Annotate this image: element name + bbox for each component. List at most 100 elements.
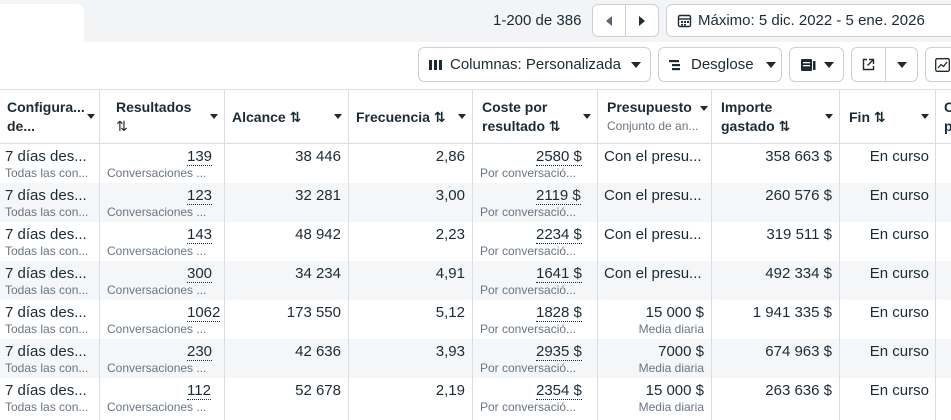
- cost-subtext: Por conversació...: [480, 322, 577, 336]
- cell-budget: Con el presu...: [598, 183, 711, 222]
- results-value[interactable]: 123: [187, 187, 213, 205]
- frequency-value: 2,86: [435, 148, 465, 165]
- column-header-amount-spent[interactable]: Importe gastado ⇅: [712, 90, 840, 145]
- cell-budget: 15 000 $ Media diaria: [598, 300, 711, 339]
- export-button[interactable]: [852, 48, 886, 81]
- cell-budget: Con el presu...: [598, 261, 711, 300]
- reach-value: 52 678: [295, 382, 341, 399]
- cell-frequency: 2,19: [349, 378, 472, 417]
- table-row[interactable]: 7 días des... Todas las con... 1062 Convers…: [0, 300, 951, 339]
- results-subtext: Conversaciones ...: [107, 283, 207, 297]
- column-header-results[interactable]: Resultados ⇅: [100, 90, 225, 145]
- cell-frequency: 4,91: [349, 261, 472, 300]
- config-subtext: Todas las con...: [5, 361, 89, 375]
- chevron-down-icon: [921, 114, 929, 119]
- spent-value: 492 334 $: [765, 265, 832, 282]
- charts-button[interactable]: [925, 47, 951, 82]
- breakdown-button[interactable]: Desglose: [658, 47, 782, 82]
- reports-icon: [801, 58, 816, 71]
- breakdown-icon: [669, 59, 680, 70]
- export-dropdown-button[interactable]: [886, 61, 917, 68]
- chevron-down-icon: [700, 106, 708, 111]
- chevron-down-icon: [896, 61, 907, 68]
- cell-cost: 2580 $ Por conversació...: [473, 144, 597, 183]
- column-header-label: Configura...: [7, 99, 85, 115]
- cell-amount-spent: 674 963 $: [712, 339, 839, 378]
- cell-config: 7 días des... Todas las con...: [0, 300, 99, 339]
- column-header-reach[interactable]: Alcance ⇅: [225, 90, 349, 145]
- budget-value: Con el presu...: [604, 148, 702, 165]
- cost-value[interactable]: 2234 $: [536, 226, 582, 244]
- spent-value: 358 663 $: [765, 148, 832, 165]
- date-range-label: Máximo: 5 dic. 2022 - 5 ene. 2026: [698, 12, 925, 29]
- columns-button[interactable]: Columnas: Personalizada: [418, 47, 651, 82]
- frequency-value: 2,23: [435, 226, 465, 243]
- cell-cost: 1828 $ Por conversació...: [473, 300, 597, 339]
- column-divider: [99, 89, 100, 420]
- date-range-button[interactable]: Máximo: 5 dic. 2022 - 5 ene. 2026: [666, 4, 951, 37]
- cell-config: 7 días des... Todas las con...: [0, 183, 99, 222]
- spent-value: 263 636 $: [765, 382, 832, 399]
- results-subtext: Conversaciones ...: [107, 400, 207, 414]
- results-value[interactable]: 143: [187, 226, 213, 244]
- column-header-label: Fin ⇅: [849, 109, 886, 125]
- chevron-down-icon: [825, 114, 833, 119]
- cost-value[interactable]: 2354 $: [536, 382, 582, 400]
- frequency-value: 5,12: [435, 304, 465, 321]
- columns-icon: [429, 59, 442, 70]
- column-header-cost-per-result[interactable]: Coste por resultado ⇅: [473, 90, 598, 145]
- cost-subtext: Por conversació...: [480, 361, 577, 375]
- cost-value[interactable]: 2935 $: [536, 343, 582, 361]
- chevron-down-icon: [583, 114, 591, 119]
- cell-cost: 2935 $ Por conversació...: [473, 339, 597, 378]
- column-header-config[interactable]: Configura... de...: [0, 90, 100, 145]
- config-subtext: Todas las con...: [5, 283, 89, 297]
- end-value: En curso: [869, 304, 929, 321]
- results-value[interactable]: 1062: [187, 304, 221, 322]
- cost-value[interactable]: 2580 $: [536, 148, 582, 166]
- table-row[interactable]: 7 días des... Todas las con... 230 Conversa…: [0, 339, 951, 378]
- cost-value[interactable]: 1641 $: [536, 265, 582, 283]
- table-row[interactable]: 7 días des... Todas las con... 139 Conversa…: [0, 144, 951, 183]
- reach-value: 34 234: [295, 265, 341, 282]
- column-header-label: Alcance ⇅: [232, 109, 302, 125]
- chart-icon: [935, 57, 950, 72]
- cell-config: 7 días des... Todas las con...: [0, 261, 99, 300]
- reports-button[interactable]: [789, 47, 844, 82]
- cell-amount-spent: 263 636 $: [712, 378, 839, 417]
- cost-subtext: Por conversació...: [480, 166, 577, 180]
- cell-reach: 34 234: [225, 261, 348, 300]
- spent-value: 319 511 $: [766, 226, 832, 243]
- next-page-button[interactable]: [625, 5, 658, 36]
- results-value[interactable]: 139: [187, 148, 213, 166]
- frequency-value: 3,93: [435, 343, 465, 360]
- results-value[interactable]: 112: [187, 382, 211, 400]
- table-row[interactable]: 7 días des... Todas las con... 123 Conversa…: [0, 183, 951, 222]
- table-row[interactable]: 7 días des... Todas las con... 112 Conversa…: [0, 378, 951, 417]
- results-subtext: Conversaciones ...: [107, 205, 207, 219]
- columns-label: Columnas: Personalizada: [450, 56, 621, 73]
- prev-page-button[interactable]: [593, 5, 625, 36]
- config-subtext: Todas las con...: [5, 400, 89, 414]
- cost-value[interactable]: 2119 $: [536, 187, 581, 205]
- table-row[interactable]: 7 días des... Todas las con... 300 Conversa…: [0, 261, 951, 300]
- cell-end: En curso: [840, 222, 935, 261]
- reach-value: 32 281: [295, 187, 341, 204]
- column-header-label: Coste por: [482, 99, 548, 115]
- column-header-budget[interactable]: Presupuesto Conjunto de an...: [598, 90, 712, 145]
- cell-config: 7 días des... Todas las con...: [0, 339, 99, 378]
- budget-subtext: Media diaria: [638, 400, 704, 414]
- column-header-frequency[interactable]: Frecuencia ⇅: [349, 90, 473, 145]
- results-value[interactable]: 300: [187, 265, 213, 283]
- cell-reach: 32 281: [225, 183, 348, 222]
- column-header-next[interactable]: C p: [936, 90, 951, 145]
- config-value: 7 días des...: [5, 265, 87, 282]
- budget-value: Con el presu...: [604, 187, 702, 204]
- budget-value: Con el presu...: [604, 226, 702, 243]
- cell-amount-spent: 260 576 $: [712, 183, 839, 222]
- column-header-end[interactable]: Fin ⇅: [840, 90, 936, 145]
- results-value[interactable]: 230: [187, 343, 213, 361]
- config-subtext: Todas las con...: [5, 244, 89, 258]
- table-row[interactable]: 7 días des... Todas las con... 143 Conversa…: [0, 222, 951, 261]
- cost-value[interactable]: 1828 $: [536, 304, 582, 322]
